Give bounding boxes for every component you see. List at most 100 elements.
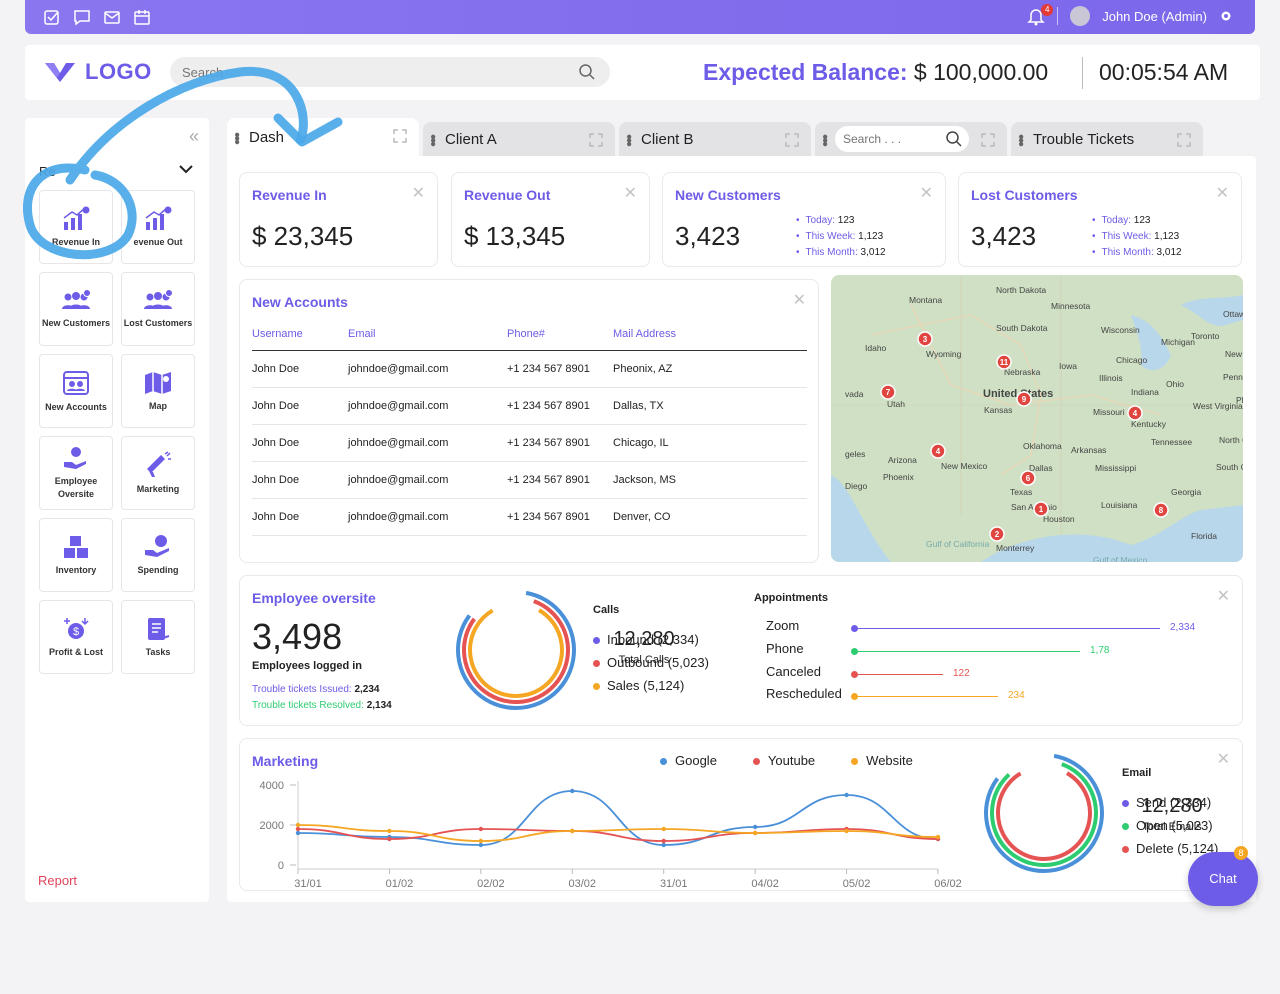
legend-dot	[593, 660, 600, 668]
us-map[interactable]: Montana North Dakota Minnesota South Dakota…	[831, 275, 1243, 562]
mail-icon[interactable]	[103, 8, 121, 26]
checkbox-icon[interactable]	[43, 8, 61, 26]
expand-icon[interactable]	[785, 133, 799, 147]
map-label: geles	[845, 449, 865, 459]
table-row[interactable]: John Doe johndoe@gmail.com +1 234 567 8901…	[252, 424, 807, 462]
appointment-label: Zoom	[766, 618, 800, 633]
map-label: South Carolina	[1216, 462, 1243, 472]
appointment-dot	[851, 625, 858, 632]
expand-icon[interactable]	[981, 133, 995, 147]
close-icon[interactable]: ✕	[1217, 749, 1230, 769]
x-tick-label: 31/01	[660, 878, 688, 887]
tab-search-input[interactable]	[835, 126, 935, 152]
tile-label: New Customers	[41, 317, 111, 328]
map-label: North Dakota	[996, 285, 1046, 295]
legend-item[interactable]: Google	[660, 753, 717, 768]
appointment-dot	[851, 671, 858, 678]
sidebar-item-tasks[interactable]: Tasks	[121, 600, 195, 674]
expand-icon[interactable]	[393, 129, 407, 143]
tab-search[interactable]: •••	[815, 122, 1007, 156]
drag-handle-icon[interactable]: •••	[816, 134, 833, 145]
tab-client-a[interactable]: ••• Client A	[423, 122, 615, 156]
calendar-icon[interactable]	[133, 8, 151, 26]
column-header[interactable]: Mail Address	[613, 328, 807, 351]
close-icon[interactable]: ✕	[412, 183, 425, 203]
expand-icon[interactable]	[589, 133, 603, 147]
report-link[interactable]: Report	[38, 873, 77, 888]
chat-button[interactable]: Chat 8	[1188, 846, 1258, 906]
notification-bell[interactable]: 4	[1027, 4, 1054, 26]
sidebar-item-revenue-out[interactable]: evenue Out	[121, 190, 195, 264]
search-input[interactable]	[170, 57, 550, 87]
collapse-icon[interactable]: «	[189, 126, 199, 147]
tab-dashboard[interactable]: ••• Dash	[227, 118, 419, 156]
legend-item: Open (5,023)	[1122, 814, 1218, 837]
cell-address: Denver, CO	[613, 498, 807, 536]
sidebar-item-new-customers[interactable]: New Customers	[39, 272, 113, 346]
gear-icon[interactable]	[1219, 9, 1233, 23]
sidebar-item-spending[interactable]: Spending	[121, 518, 195, 592]
chat-icon[interactable]	[73, 8, 91, 26]
legend-item[interactable]: Youtube	[752, 753, 815, 768]
tab-label: Trouble Tickets	[1033, 130, 1135, 148]
search-icon[interactable]	[578, 63, 596, 81]
map-label: Nebraska	[1004, 367, 1041, 377]
table-row[interactable]: John Doe johndoe@gmail.com +1 234 567 8901…	[252, 350, 807, 388]
sidebar-item-inventory[interactable]: Inventory	[39, 518, 113, 592]
appointment-value: 1,78	[1090, 645, 1110, 656]
drag-handle-icon[interactable]: •••	[620, 134, 637, 145]
legend-dot	[752, 758, 760, 766]
chevron-down-icon[interactable]	[179, 164, 193, 174]
stat-value: 1,123	[1154, 231, 1180, 242]
avatar[interactable]	[1070, 6, 1091, 26]
map-label: South Dakota	[996, 323, 1048, 333]
appointment-dot	[851, 693, 858, 700]
close-icon[interactable]: ✕	[920, 183, 933, 203]
logo[interactable]: LOGO	[43, 59, 152, 85]
tab-trouble-tickets[interactable]: ••• Trouble Tickets	[1011, 122, 1203, 156]
sidebar-item-new-accounts[interactable]: New Accounts	[39, 354, 113, 428]
tab-label: Client A	[445, 130, 497, 148]
close-icon[interactable]: ✕	[624, 183, 637, 203]
appointment-bar	[854, 674, 943, 675]
close-icon[interactable]: ✕	[1216, 183, 1229, 203]
data-point	[752, 830, 758, 836]
table-row[interactable]: John Doe johndoe@gmail.com +1 234 567 8901…	[252, 461, 807, 499]
table-row[interactable]: John Doe johndoe@gmail.com +1 234 567 8901…	[252, 387, 807, 425]
x-tick-label: 04/02	[751, 878, 779, 887]
sidebar-item-marketing[interactable]: Marketing	[121, 436, 195, 510]
cell-address: Dallas, TX	[613, 387, 807, 425]
tile-label: Lost Customers	[123, 317, 193, 328]
column-header[interactable]: Phone#	[507, 328, 613, 351]
appointment-label: Canceled	[766, 664, 821, 679]
legend-item[interactable]: Website	[851, 753, 913, 768]
drag-handle-icon[interactable]: •••	[228, 132, 245, 143]
column-header[interactable]: Email	[348, 328, 507, 351]
sidebar-item-lost-customers[interactable]: Lost Customers	[121, 272, 195, 346]
sidebar-item-employee-oversite[interactable]: Employee Oversite	[39, 436, 113, 510]
table-row[interactable]: John Doe johndoe@gmail.com +1 234 567 8901…	[252, 498, 807, 536]
legend-dot	[593, 637, 600, 645]
drag-handle-icon[interactable]: •••	[424, 134, 441, 145]
revenue-in-icon	[63, 206, 90, 230]
map-marker-count: 3	[923, 335, 928, 344]
sidebar-item-map[interactable]: Map	[121, 354, 195, 428]
tab-bar: ••• Dash ••• Client A ••• Client B ••• •…	[227, 118, 1227, 156]
close-icon[interactable]: ✕	[793, 290, 806, 310]
data-point	[295, 822, 301, 828]
user-name[interactable]: John Doe (Admin)	[1102, 9, 1207, 24]
search-icon[interactable]	[945, 130, 963, 148]
calls-heading: Calls	[593, 604, 620, 616]
stat-value: 123	[837, 215, 855, 226]
map-label: Texas	[1010, 487, 1032, 497]
data-point	[661, 842, 666, 848]
sidebar-item-revenue-in[interactable]: Revenue In	[39, 190, 113, 264]
drag-handle-icon[interactable]: •••	[1012, 134, 1029, 145]
map-label: Pennsylvania	[1223, 372, 1243, 382]
map-label: West Virginia	[1193, 401, 1243, 411]
tab-client-b[interactable]: ••• Client B	[619, 122, 811, 156]
expand-icon[interactable]	[1177, 133, 1191, 147]
column-header[interactable]: Username	[252, 328, 348, 351]
close-icon[interactable]: ✕	[1217, 586, 1230, 606]
sidebar-item-profit-lost[interactable]: $ Profit & Lost	[39, 600, 113, 674]
